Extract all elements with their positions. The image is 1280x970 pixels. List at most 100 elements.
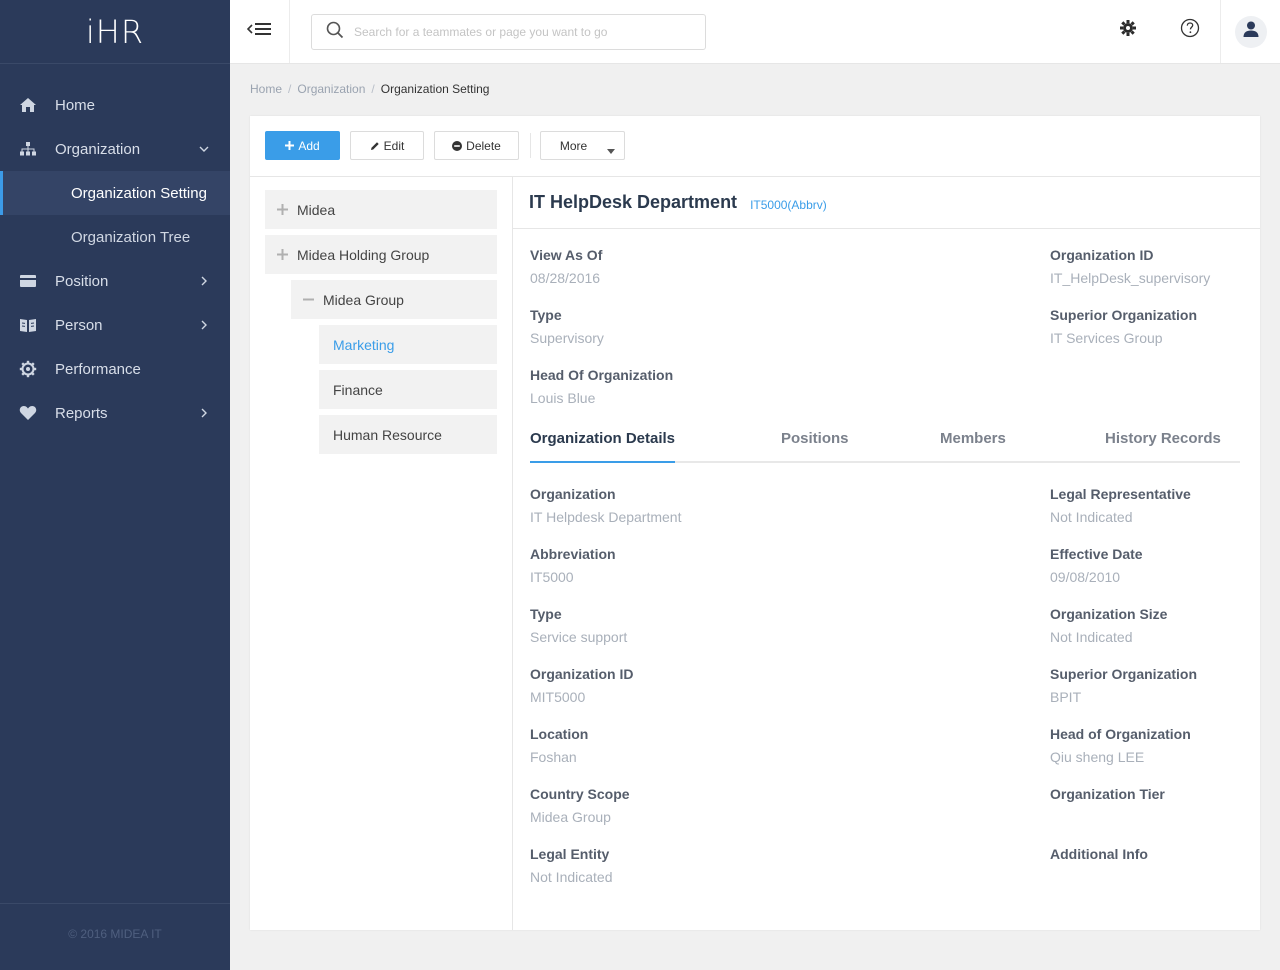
field-label: Country Scope [530,786,630,802]
collapse-menu-icon [246,20,273,43]
tree-node-label: Human Resource [333,426,442,443]
breadcrumb-organization[interactable]: Organization [297,82,365,96]
tab-history-records[interactable]: History Records [1105,430,1221,463]
field-value: IT5000 [530,569,574,585]
sidebar-item-home[interactable]: Home [0,83,230,127]
field-label: Type [530,307,562,323]
settings-button[interactable] [1116,18,1140,42]
organization-title: IT HelpDesk Department [529,192,738,212]
sidebar-item-organization[interactable]: Organization [0,127,230,171]
tree-node-finance[interactable]: Finance [319,370,497,409]
chevron-right-icon [198,319,210,331]
minus-circle-icon [452,140,463,151]
field-value: Qiu sheng LEE [1050,749,1145,765]
tree-node-label: Midea Holding Group [297,246,430,263]
delete-button[interactable]: Delete [434,131,519,160]
avatar[interactable] [1234,15,1267,48]
detail-field-legal-entity: Legal Entity Not Indicated [530,846,613,885]
tree-node-midea-holding-group[interactable]: Midea Holding Group [265,235,497,274]
sidebar-subitem-organization-tree[interactable]: Organization Tree [0,215,230,259]
app-logo[interactable]: iHR [0,0,230,64]
detail-field-organization-id: Organization ID MIT5000 [530,666,633,705]
field-value: Foshan [530,749,577,765]
breadcrumb-current: Organization Setting [380,82,490,96]
field-label: Legal Entity [530,846,610,862]
sidebar-nav: Home Organization Organization Setting O… [0,64,230,435]
sidebar-item-label: Performance [55,360,141,378]
field-label: Organization ID [1050,247,1154,263]
detail-field-additional-info: Additional Info [1050,846,1148,869]
search-box [311,14,706,50]
detail-field-organization: Organization IT Helpdesk Department [530,486,681,525]
tree-node-marketing[interactable]: Marketing [319,325,497,364]
tab-positions[interactable]: Positions [781,430,849,463]
field-value: 08/28/2016 [530,270,601,286]
home-icon [18,95,38,115]
book-icon [18,315,38,335]
field-label: Additional Info [1050,846,1148,862]
top-header [230,0,1280,64]
field-value: Not Indicated [1050,509,1133,525]
sidebar-item-performance[interactable]: Performance [0,347,230,391]
more-button-label: More [559,138,588,153]
summary-view-as-of: View As Of 08/28/2016 [530,247,602,286]
add-button[interactable]: Add [265,131,340,160]
search-input[interactable] [354,25,694,39]
detail-header: IT HelpDesk Department IT5000(Abbrv) [513,177,1260,229]
copyright-text: © 2016 MIDEA IT [68,927,162,941]
field-value: IT_HelpDesk_supervisory [1050,270,1211,286]
detail-field-head-of-organization: Head of Organization Qiu sheng LEE [1050,726,1191,765]
breadcrumb-home[interactable]: Home [250,82,282,96]
field-value: Not Indicated [530,869,613,885]
field-value: Service support [530,629,628,645]
sidebar-subitem-organization-setting[interactable]: Organization Setting [0,171,230,215]
sidebar-item-reports[interactable]: Reports [0,391,230,435]
delete-button-label: Delete [466,138,501,153]
organization-detail: IT HelpDesk Department IT5000(Abbrv) Vie… [513,177,1260,930]
toolbar-divider [530,133,531,158]
field-label: View As Of [530,247,603,263]
heart-icon [18,403,38,423]
tab-members[interactable]: Members [940,430,1006,463]
toolbar: Add Edit Delete More [250,116,1260,177]
gear-icon [1119,19,1137,42]
sidebar-item-label: Home [55,96,96,114]
sidebar-item-person[interactable]: Person [0,303,230,347]
sidebar-item-label: Reports [55,404,108,422]
edit-button[interactable]: Edit [350,131,424,160]
card-icon [18,271,38,291]
sidebar-item-position[interactable]: Position [0,259,230,303]
help-icon [1180,18,1200,43]
tree-node-label: Midea Group [323,291,404,308]
field-label: Legal Representative [1050,486,1191,502]
field-value: 09/08/2010 [1050,569,1121,585]
field-label: Organization ID [530,666,634,682]
user-icon [1242,20,1260,43]
tree-node-midea[interactable]: Midea [265,190,497,229]
detail-field-effective-date: Effective Date 09/08/2010 [1050,546,1143,585]
field-value: Supervisory [530,330,604,346]
pencil-icon [370,141,380,151]
tree-node-label: Marketing [333,336,395,353]
tab-organization-details[interactable]: Organization Details [530,430,676,463]
edit-button-label: Edit [383,138,405,153]
field-value: BPIT [1050,689,1082,705]
breadcrumb-separator: / [371,82,375,96]
gear-icon [18,359,38,379]
field-value: MIT5000 [530,689,586,705]
tree-node-human-resource[interactable]: Human Resource [319,415,497,454]
field-value: Louis Blue [530,390,596,406]
more-dropdown-button[interactable]: More [540,131,625,160]
tree-node-midea-group[interactable]: Midea Group [291,280,497,319]
detail-field-organization-tier: Organization Tier [1050,786,1165,809]
sidebar-item-label: Organization [55,140,141,158]
menu-toggle-button[interactable] [230,0,290,63]
help-button[interactable] [1178,18,1202,42]
summary-superior-organization: Superior Organization IT Services Group [1050,307,1197,346]
organization-abbr-link[interactable]: IT5000(Abbrv) [750,198,827,212]
plus-icon [285,141,295,150]
field-value: IT Helpdesk Department [530,509,682,525]
chevron-right-icon [198,275,210,287]
minus-icon [301,293,315,307]
user-menu [1220,0,1280,63]
